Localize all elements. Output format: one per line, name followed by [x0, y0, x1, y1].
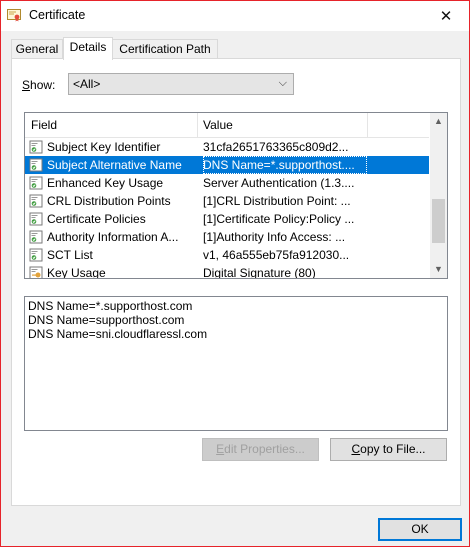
cert-field-icon [29, 248, 43, 262]
cert-field-icon [29, 176, 43, 190]
list-item[interactable]: Enhanced Key Usage Server Authentication … [25, 174, 429, 192]
detail-line: DNS Name=*.supporthost.com [28, 299, 193, 313]
cert-field-icon [29, 158, 43, 172]
column-header-value[interactable]: Value [203, 118, 233, 132]
details-panel: Show: <All> ⌵ Field Value Subject Key Id… [11, 58, 461, 506]
certificate-window: Certificate ✕ General Details Certificat… [0, 0, 470, 547]
column-header-field[interactable]: Field [31, 118, 57, 132]
row-field: SCT List [47, 248, 93, 262]
tab-certification-path[interactable]: Certification Path [112, 39, 218, 59]
window-title: Certificate [29, 8, 86, 22]
list-header: Field Value [25, 113, 429, 138]
row-value: [1]CRL Distribution Point: ... [203, 194, 351, 208]
row-field: Subject Key Identifier [47, 140, 161, 154]
field-value-box[interactable]: DNS Name=*.supporthost.com DNS Name=supp… [24, 296, 448, 431]
row-field: CRL Distribution Points [47, 194, 171, 208]
copy-to-file-button[interactable]: Copy to File... [330, 438, 447, 461]
field-list[interactable]: Field Value Subject Key Identifier 31cfa2… [24, 112, 448, 279]
row-value: v1, 46a555eb75fa912030... [203, 248, 350, 262]
list-item[interactable]: Subject Alternative Name DNS Name=*.suppo… [25, 156, 429, 174]
list-item[interactable]: CRL Distribution Points [1]CRL Distributi… [25, 192, 429, 210]
detail-line: DNS Name=sni.cloudflaressl.com [28, 327, 208, 341]
row-field: Key Usage [47, 266, 106, 279]
row-value: Server Authentication (1.3.... [203, 176, 355, 190]
cert-field-icon [29, 230, 43, 244]
scroll-down-icon[interactable]: ▼ [430, 261, 447, 278]
row-field: Subject Alternative Name [47, 158, 182, 172]
scroll-thumb[interactable] [432, 199, 445, 243]
row-field: Authority Information A... [47, 230, 179, 244]
cert-field-icon [29, 140, 43, 154]
close-button[interactable]: ✕ [423, 1, 469, 31]
title-bar[interactable]: Certificate ✕ [1, 1, 469, 31]
show-select-value: <All> [73, 77, 101, 91]
list-item[interactable]: Authority Information A... [1]Authority I… [25, 228, 429, 246]
tab-details[interactable]: Details [63, 37, 113, 60]
row-value: Digital Signature (80) [203, 266, 316, 279]
tab-label: General [15, 42, 59, 56]
detail-line: DNS Name=supporthost.com [28, 313, 185, 327]
scroll-up-icon[interactable]: ▲ [430, 113, 447, 130]
cert-field-icon [29, 212, 43, 226]
row-field: Enhanced Key Usage [47, 176, 164, 190]
cert-field-icon [29, 194, 43, 208]
row-value: DNS Name=*.supporthost.... [203, 156, 367, 174]
row-value: 31cfa2651763365c809d2... [203, 140, 349, 154]
tab-general[interactable]: General [11, 39, 63, 59]
vertical-scrollbar[interactable]: ▲ ▼ [430, 113, 447, 278]
close-icon: ✕ [439, 8, 453, 25]
row-field: Certificate Policies [47, 212, 146, 226]
list-item[interactable]: Certificate Policies [1]Certificate Polic… [25, 210, 429, 228]
column-divider[interactable] [197, 113, 198, 137]
chevron-down-icon: ⌵ [278, 77, 287, 89]
list-item[interactable]: Key Usage Digital Signature (80) [25, 264, 429, 279]
show-label: Show: [22, 78, 56, 92]
certificate-icon [7, 9, 21, 22]
row-value: [1]Certificate Policy:Policy ... [203, 212, 355, 226]
edit-properties-button[interactable]: Edit Properties... [202, 438, 319, 461]
key-usage-icon [29, 266, 43, 278]
show-select[interactable]: <All> ⌵ [68, 73, 294, 95]
list-item[interactable]: Subject Key Identifier 31cfa2651763365c80… [25, 138, 429, 156]
tab-label: Certification Path [119, 42, 211, 56]
row-value: [1]Authority Info Access: ... [203, 230, 346, 244]
list-item[interactable]: SCT List v1, 46a555eb75fa912030... [25, 246, 429, 264]
column-divider[interactable] [367, 113, 368, 137]
list-rows: Subject Key Identifier 31cfa2651763365c80… [25, 138, 429, 279]
ok-button[interactable]: OK [378, 518, 462, 541]
tab-label: Details [69, 40, 107, 54]
